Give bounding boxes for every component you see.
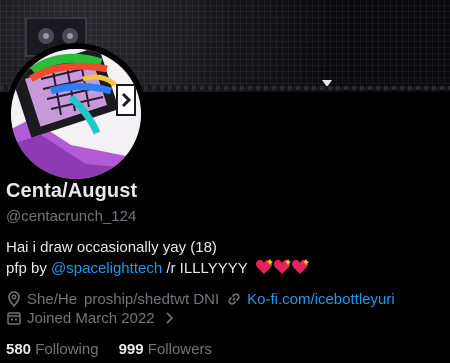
followers-count: 999 (118, 341, 144, 358)
website-link[interactable]: Ko-fi.com/icebottleyuri (247, 291, 395, 308)
bio-prefix: pfp by (6, 260, 47, 277)
following-count: 580 (6, 341, 32, 358)
sparkling-heart-emoji-icon (255, 258, 309, 282)
follow-stats: 580 Following 999 Followers (6, 341, 212, 358)
avatar-art (11, 49, 141, 179)
bio-line-1: Hai i draw occasionally yay (18) (6, 239, 217, 256)
followers-label: Followers (147, 341, 212, 358)
user-handle: @centacrunch_124 (6, 208, 137, 225)
profile-meta-row-1: She/He proship/shedtwt DNI Ko-fi.com/iceb… (6, 291, 395, 308)
avatar-image (11, 49, 141, 179)
bio-mention-link[interactable]: @spacelighttech (51, 260, 162, 277)
location-extra-text: proship/shedtwt DNI (84, 291, 220, 308)
location-pin-icon (8, 291, 20, 307)
followers-link[interactable]: 999 Followers (119, 341, 212, 358)
bio-line-2: pfp by @spacelighttech /r ILLLYYYY (6, 258, 309, 282)
bio-suffix: /r ILLLYYYY (166, 260, 248, 277)
display-name: Centa/August (6, 180, 138, 202)
joined-text: Joined March 2022 (27, 310, 155, 327)
joined-date[interactable]: Joined March 2022 (6, 310, 183, 327)
profile-bio: Hai i draw occasionally yay (18) pfp by … (6, 238, 309, 282)
following-link[interactable]: 580 Following (6, 341, 99, 358)
chevron-right-icon (166, 312, 173, 324)
pronouns-text: She/He (27, 291, 78, 308)
link-icon (228, 293, 240, 305)
avatar[interactable] (5, 43, 147, 185)
calendar-icon (7, 312, 21, 325)
following-label: Following (35, 341, 99, 358)
